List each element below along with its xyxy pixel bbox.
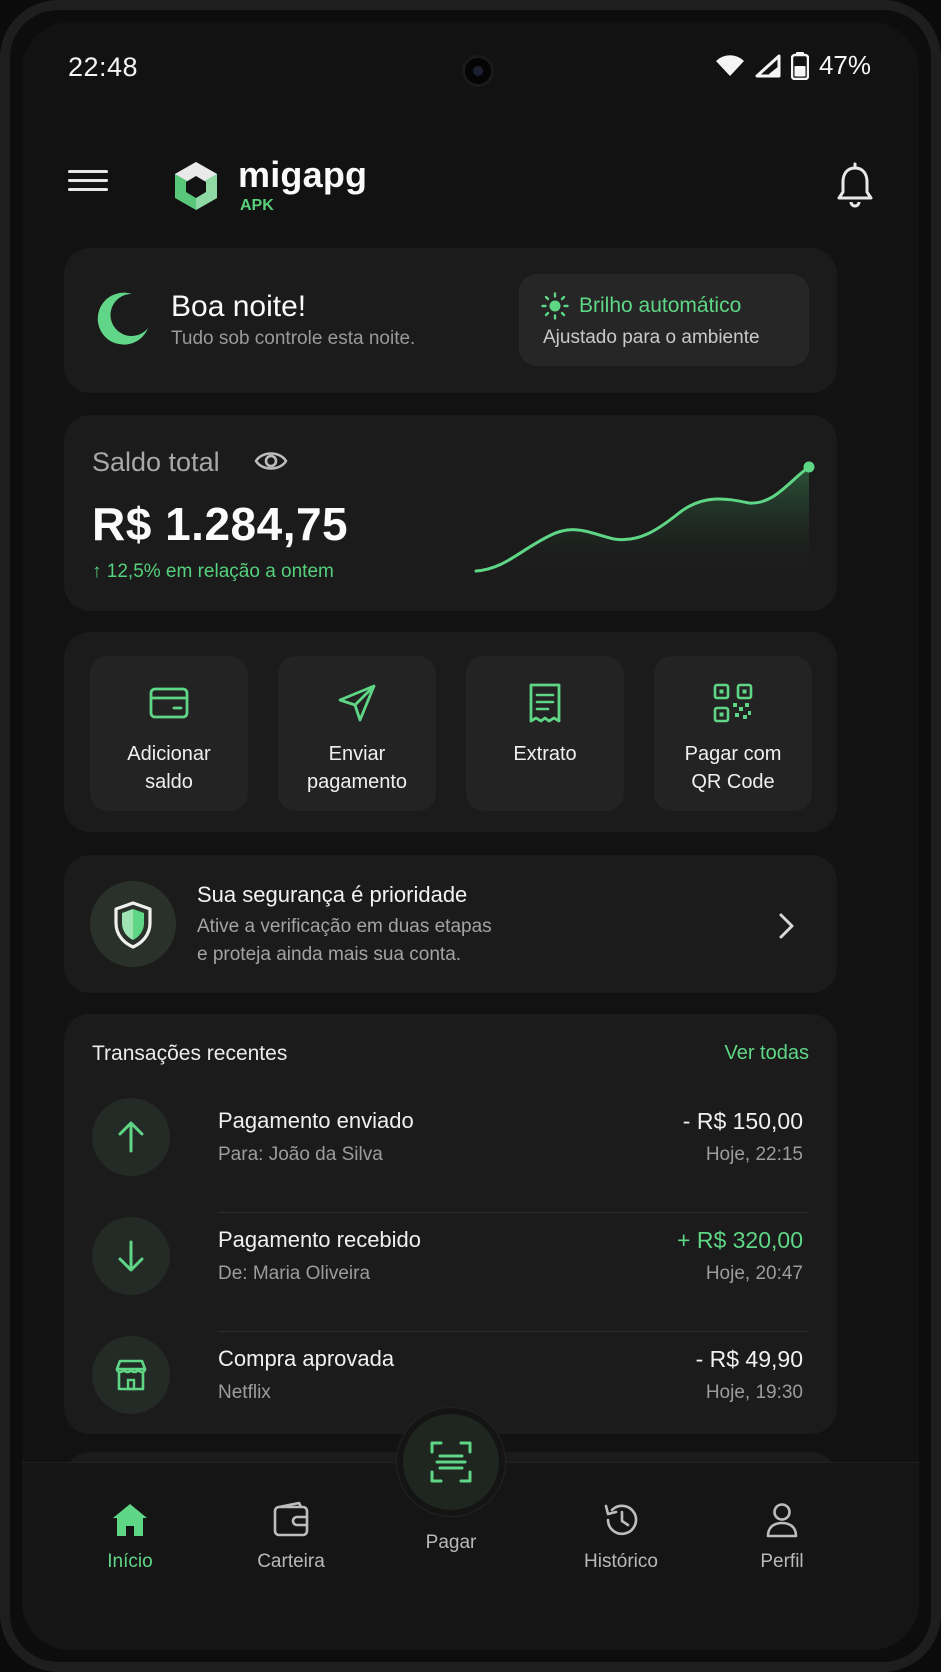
greeting-subtitle: Tudo sob controle esta noite. — [171, 328, 416, 349]
action-label: QR Code — [691, 771, 775, 793]
moon-icon — [97, 292, 148, 345]
front-camera — [462, 55, 494, 87]
balance-label: Saldo total — [92, 447, 220, 477]
eye-visibility-icon[interactable] — [254, 447, 288, 475]
shield-icon — [114, 901, 152, 949]
auto-brightness-badge[interactable]: Brilho automático Ajustado para o ambien… — [519, 274, 809, 366]
transaction-party: Para: João da Silva — [218, 1144, 383, 1165]
transaction-date: Hoje, 19:30 — [705, 1382, 803, 1403]
send-icon — [338, 684, 376, 722]
action-label: saldo — [145, 771, 193, 793]
wallet-icon — [273, 1501, 309, 1537]
screen: 22:48 47% migapg APK Boa noite! Tudo sob… — [22, 22, 919, 1650]
send-payment-button[interactable]: Enviar pagamento — [278, 656, 436, 811]
transaction-icon-badge — [92, 1336, 170, 1414]
security-description: Ative a verificação em duas etapas e prot… — [197, 913, 597, 969]
home-icon — [113, 1504, 147, 1536]
sun-icon — [541, 292, 569, 320]
status-time: 22:48 — [68, 52, 139, 82]
nav-label: Histórico — [584, 1551, 658, 1572]
transaction-icon-badge — [92, 1217, 170, 1295]
transaction-amount: - R$ 150,00 — [682, 1108, 803, 1134]
security-banner[interactable]: Sua segurança é prioridade Ative a verif… — [64, 855, 837, 993]
arrow-down-icon — [118, 1240, 144, 1272]
receipt-icon — [529, 683, 561, 723]
qr-pay-button[interactable]: Pagar com QR Code — [654, 656, 812, 811]
transaction-date: Hoje, 20:47 — [705, 1263, 803, 1284]
qr-code-icon — [713, 683, 753, 723]
wifi-icon — [715, 54, 744, 76]
cell-signal-icon — [755, 54, 781, 77]
pay-scan-button[interactable] — [397, 1408, 505, 1516]
nav-label-pay: Pagar — [425, 1532, 477, 1553]
transactions-title: Transações recentes — [92, 1042, 288, 1065]
nav-profile[interactable]: Perfil — [712, 1483, 852, 1583]
recent-transactions: Transações recentes Ver todas Pagamento … — [64, 1014, 837, 1434]
balance-change: ↑ 12,5% em relação a ontem — [92, 561, 334, 582]
action-label: Enviar — [328, 743, 386, 765]
store-icon — [115, 1359, 147, 1391]
nav-wallet[interactable]: Carteira — [221, 1483, 361, 1583]
statement-button[interactable]: Extrato — [466, 656, 624, 811]
brand-logo-icon — [175, 162, 217, 210]
app-header: migapg APK — [22, 142, 919, 232]
transaction-amount: + R$ 320,00 — [677, 1227, 803, 1253]
transaction-date: Hoje, 22:15 — [705, 1144, 803, 1165]
arrow-up-icon — [118, 1121, 144, 1153]
balance-card: Saldo total R$ 1.284,75 ↑ 12,5% em relaç… — [64, 415, 837, 611]
nav-label: Início — [107, 1551, 153, 1572]
nav-label: Perfil — [760, 1551, 804, 1572]
brightness-subtitle: Ajustado para o ambiente — [543, 327, 760, 348]
status-bar: 22:48 47% — [22, 22, 919, 112]
action-label: Pagar com — [684, 743, 782, 765]
security-title: Sua segurança é prioridade — [197, 882, 468, 907]
transaction-party: Netflix — [218, 1382, 271, 1403]
notification-bell-icon[interactable] — [833, 162, 877, 210]
transaction-party: De: Maria Oliveira — [218, 1263, 371, 1284]
action-label: pagamento — [306, 771, 408, 793]
chevron-right-icon — [779, 913, 794, 939]
nav-label: Carteira — [257, 1551, 325, 1572]
brightness-title: Brilho automático — [579, 294, 742, 317]
brand-name: migapg — [238, 154, 368, 195]
transaction-name: Pagamento enviado — [218, 1108, 414, 1133]
action-label: Extrato — [513, 743, 577, 765]
wallet-card-icon — [149, 687, 189, 719]
greeting-card: Boa noite! Tudo sob controle esta noite.… — [64, 248, 837, 393]
transaction-amount: - R$ 49,90 — [695, 1346, 803, 1372]
greeting-title: Boa noite! — [171, 290, 307, 323]
action-label: Adicionar — [127, 743, 211, 765]
transaction-row[interactable]: Pagamento enviado Para: João da Silva - … — [92, 1094, 809, 1213]
battery-icon — [790, 51, 809, 80]
menu-icon-bar — [68, 188, 108, 191]
phone-frame: 22:48 47% migapg APK Boa noite! Tudo sob… — [0, 0, 941, 1672]
see-all-link[interactable]: Ver todas — [724, 1042, 809, 1065]
brand-subtitle: APK — [240, 197, 274, 214]
security-line: Ative a verificação em duas etapas — [197, 916, 492, 937]
menu-icon-bar — [68, 179, 108, 182]
transaction-name: Compra aprovada — [218, 1346, 395, 1371]
add-balance-button[interactable]: Adicionar saldo — [90, 656, 248, 811]
nav-home[interactable]: Início — [60, 1483, 200, 1583]
transaction-row[interactable]: Pagamento recebido De: Maria Oliveira + … — [92, 1213, 809, 1332]
balance-sparkline — [474, 461, 815, 581]
nav-history[interactable]: Histórico — [551, 1483, 691, 1583]
battery-percent: 47% — [818, 50, 871, 80]
security-line: e proteja ainda mais sua conta. — [197, 944, 462, 965]
menu-icon-bar — [68, 170, 108, 173]
quick-actions: Adicionar saldo Enviar pagamento Extrato — [64, 632, 837, 832]
shield-badge — [90, 881, 176, 967]
status-icons: 47% — [715, 50, 871, 81]
scan-icon — [430, 1441, 472, 1483]
menu-button[interactable] — [68, 164, 108, 204]
transaction-name: Pagamento recebido — [218, 1227, 422, 1252]
transaction-icon-badge — [92, 1098, 170, 1176]
history-icon — [604, 1504, 638, 1536]
user-icon — [766, 1503, 798, 1538]
balance-value: R$ 1.284,75 — [92, 498, 349, 550]
